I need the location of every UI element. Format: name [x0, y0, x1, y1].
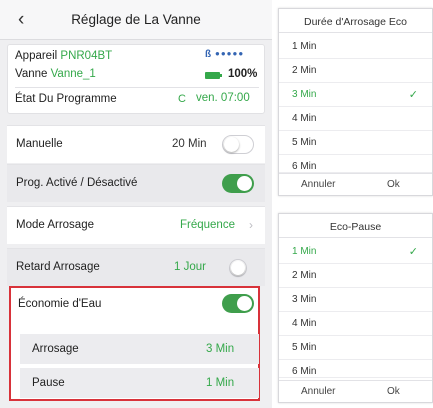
- appareil-label: Appareil: [15, 50, 58, 62]
- mode-value: Fréquence: [180, 219, 235, 231]
- etat-value: ven. 07:00: [196, 92, 250, 104]
- prog-toggle[interactable]: [222, 174, 254, 193]
- option-item-selected[interactable]: 1 Min ✓: [279, 240, 432, 264]
- option-item[interactable]: 1 Min: [279, 35, 432, 59]
- clock-icon: C: [178, 93, 186, 105]
- option-item[interactable]: 5 Min: [279, 336, 432, 360]
- appareil-value: PNR04BT: [60, 50, 113, 62]
- manuelle-toggle[interactable]: [222, 135, 254, 154]
- option-label: 2 Min: [292, 65, 317, 76]
- eco-toggle[interactable]: [222, 294, 254, 313]
- setting-manuelle[interactable]: Manuelle 20 Min: [7, 125, 265, 163]
- valve-settings-screen: ‹ Réglage de La Vanne Appareil PNR04BT ß…: [0, 0, 272, 408]
- option-item[interactable]: 6 Min: [279, 155, 432, 173]
- dialog-footer: Annuler Ok: [279, 380, 432, 402]
- option-item[interactable]: 6 Min: [279, 360, 432, 378]
- battery-icon: [205, 72, 222, 79]
- ok-button[interactable]: Ok: [387, 386, 400, 397]
- top-bar: ‹ Réglage de La Vanne: [0, 0, 272, 40]
- option-label: 4 Min: [292, 318, 317, 329]
- cancel-button[interactable]: Annuler: [301, 386, 335, 397]
- vanne-value: Vanne_1: [50, 68, 96, 80]
- option-item[interactable]: 3 Min: [279, 288, 432, 312]
- setting-prog-active[interactable]: Prog. Activé / Désactivé: [7, 164, 265, 202]
- checkmark-icon: ✓: [408, 246, 418, 258]
- signal-dots-icon: ●●●●●: [215, 49, 245, 58]
- chevron-right-icon: ›: [249, 218, 253, 232]
- option-item[interactable]: 2 Min: [279, 264, 432, 288]
- option-label: 2 Min: [292, 270, 317, 281]
- retard-label: Retard Arrosage: [16, 261, 100, 273]
- device-info-card: Appareil PNR04BT ß ●●●●● Vanne Vanne_1 1…: [7, 44, 265, 114]
- prog-label: Prog. Activé / Désactivé: [16, 177, 138, 189]
- pause-label: Pause: [32, 377, 65, 389]
- option-label: 3 Min: [292, 294, 317, 305]
- economie-eau-section: Économie d'Eau Arrosage 3 Min Pause 1 Mi…: [9, 286, 260, 401]
- eco-label: Économie d'Eau: [18, 298, 102, 310]
- option-label: 5 Min: [292, 137, 317, 148]
- option-label: 5 Min: [292, 342, 317, 353]
- manuelle-label: Manuelle: [16, 138, 63, 150]
- option-label: 6 Min: [292, 161, 317, 172]
- arrosage-row[interactable]: Arrosage 3 Min: [20, 334, 259, 364]
- mode-label: Mode Arrosage: [16, 219, 94, 231]
- divider: [15, 87, 259, 88]
- pause-row[interactable]: Pause 1 Min: [20, 368, 259, 398]
- vanne-label: Vanne: [15, 68, 48, 80]
- vanne-row: Vanne Vanne_1: [15, 68, 96, 80]
- option-label: 3 Min: [292, 89, 317, 100]
- page-title: Réglage de La Vanne: [71, 12, 201, 27]
- dialog-title: Durée d'Arrosage Eco: [279, 9, 432, 33]
- setting-mode-arrosage[interactable]: Mode Arrosage Fréquence ›: [7, 206, 265, 244]
- ok-button[interactable]: Ok: [387, 179, 400, 190]
- setting-retard-arrosage[interactable]: Retard Arrosage 1 Jour: [7, 248, 265, 286]
- appareil-row: Appareil PNR04BT: [15, 50, 112, 62]
- option-item[interactable]: 4 Min: [279, 107, 432, 131]
- option-label: 4 Min: [292, 113, 317, 124]
- dialog-title: Eco-Pause: [279, 214, 432, 238]
- option-item-selected[interactable]: 3 Min ✓: [279, 83, 432, 107]
- etat-label: État Du Programme: [15, 93, 117, 105]
- battery-percent: 100%: [228, 68, 258, 80]
- retard-toggle[interactable]: [229, 259, 247, 277]
- option-item[interactable]: 5 Min: [279, 131, 432, 155]
- dialog-eco-pause: Eco-Pause 1 Min ✓ 2 Min 3 Min 4 Min 5 Min…: [278, 213, 433, 403]
- screenshot-root: ‹ Réglage de La Vanne Appareil PNR04BT ß…: [0, 0, 433, 408]
- pause-value: 1 Min: [206, 377, 235, 389]
- bluetooth-icon: ß: [205, 49, 212, 60]
- option-item[interactable]: 2 Min: [279, 59, 432, 83]
- dialog-footer: Annuler Ok: [279, 173, 432, 195]
- checkmark-icon: ✓: [408, 89, 418, 101]
- option-item[interactable]: 4 Min: [279, 312, 432, 336]
- option-label: 1 Min: [292, 41, 317, 52]
- option-label: 6 Min: [292, 366, 317, 377]
- cancel-button[interactable]: Annuler: [301, 179, 335, 190]
- arrosage-label: Arrosage: [32, 343, 79, 355]
- option-label: 1 Min: [292, 246, 317, 257]
- manuelle-value: 20 Min: [172, 138, 207, 150]
- arrosage-value: 3 Min: [206, 343, 235, 355]
- dialog-duree-arrosage: Durée d'Arrosage Eco 1 Min 2 Min 3 Min ✓ …: [278, 8, 433, 196]
- retard-value: 1 Jour: [174, 261, 206, 273]
